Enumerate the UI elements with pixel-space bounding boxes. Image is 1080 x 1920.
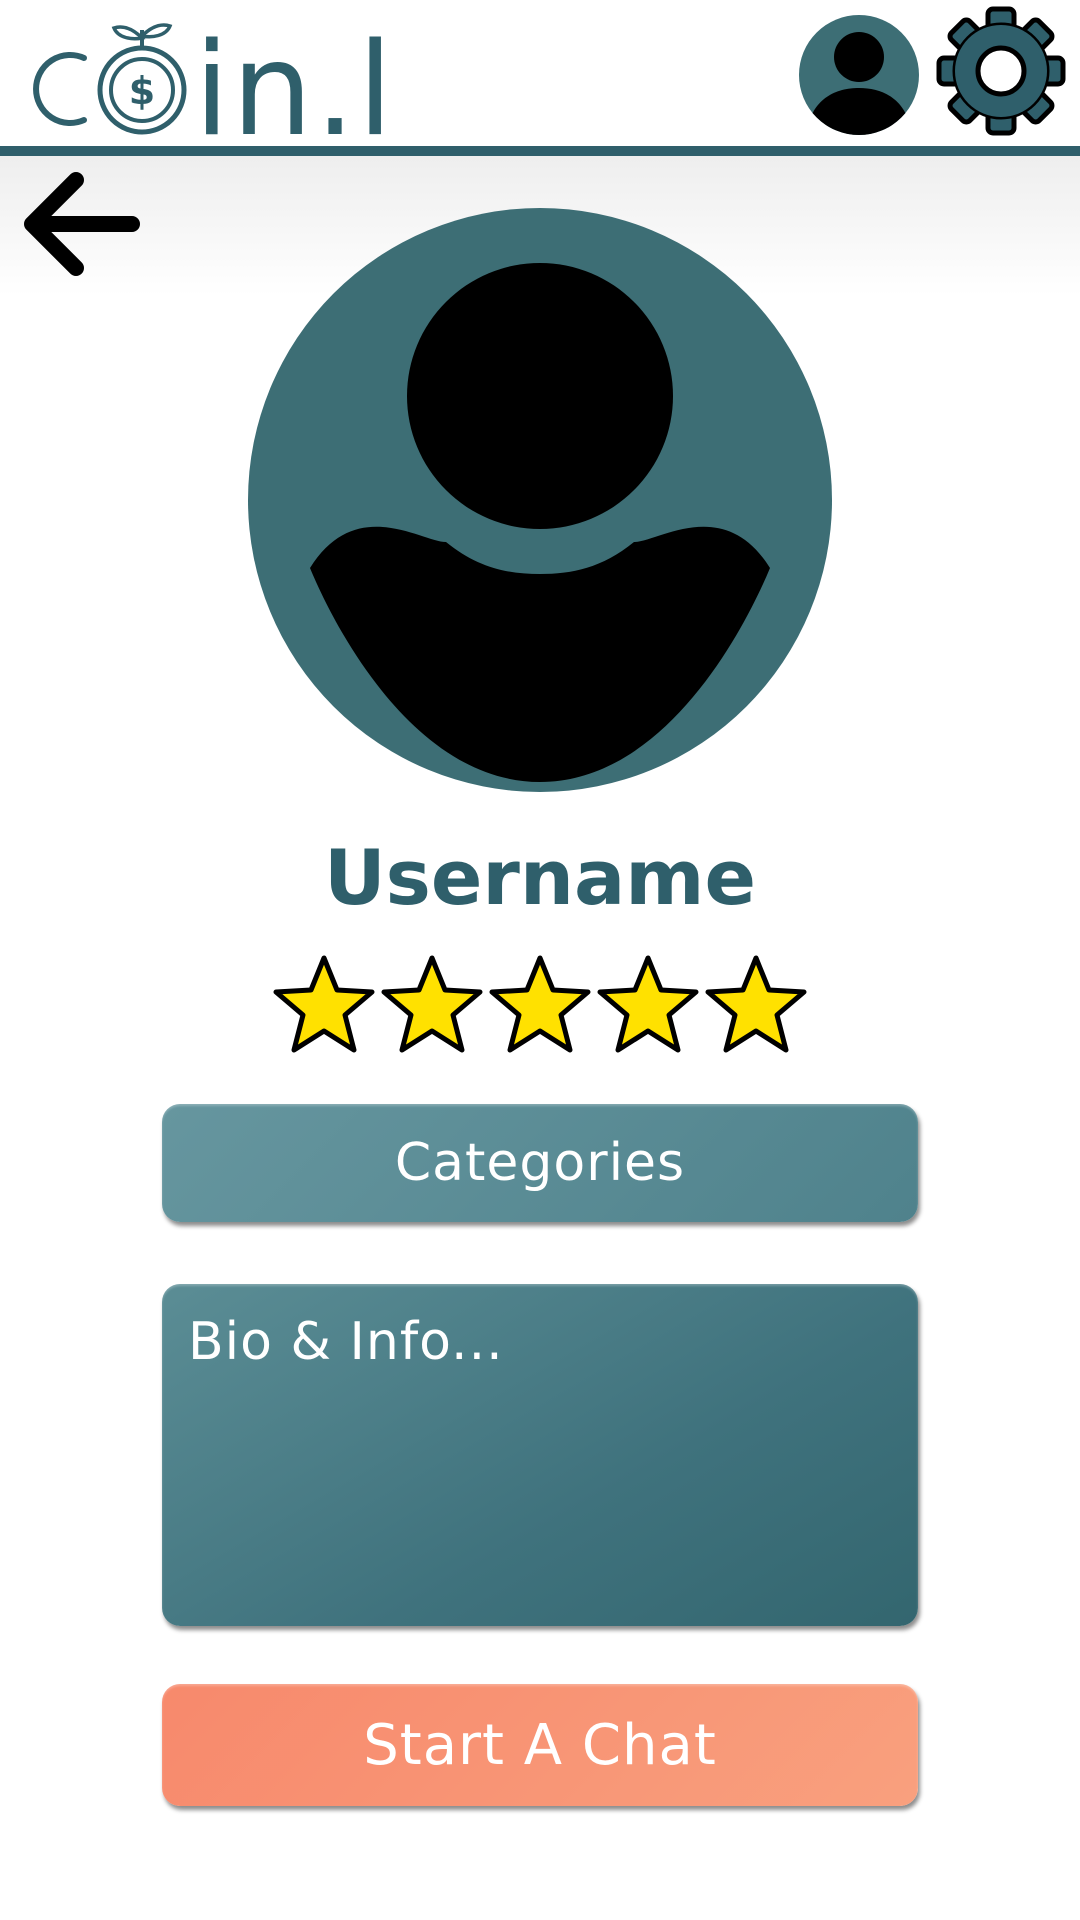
app-logo[interactable]: $ in.li (8, 4, 388, 140)
star-icon (597, 955, 699, 1053)
star-icon (381, 955, 483, 1053)
profile-avatar (246, 206, 834, 794)
bio-text: Bio & Info... (188, 1312, 504, 1372)
start-chat-label: Start A Chat (363, 1712, 717, 1778)
categories-button[interactable]: Categories (162, 1104, 918, 1222)
arrow-left-icon (24, 172, 140, 276)
star-icon (273, 955, 375, 1053)
logo-graphic: $ in.li (33, 16, 388, 140)
star-icon (489, 955, 591, 1053)
person-circle-icon (248, 208, 832, 792)
gear-icon (936, 6, 1066, 136)
person-circle-icon (799, 15, 919, 135)
back-button[interactable] (20, 172, 144, 276)
star-rating (270, 952, 810, 1062)
logo-wordmark: in.li (194, 16, 388, 140)
coin-dollar-glyph: $ (129, 69, 155, 113)
header-divider (0, 146, 1080, 156)
star-icon (705, 955, 807, 1053)
start-chat-button[interactable]: Start A Chat (162, 1684, 918, 1806)
bio-panel: Bio & Info... (162, 1284, 918, 1626)
categories-label: Categories (394, 1133, 686, 1193)
settings-button[interactable] (936, 6, 1066, 136)
app-header: $ in.li (0, 0, 1080, 148)
username-heading: Username (323, 833, 757, 922)
account-button[interactable] (798, 14, 920, 136)
